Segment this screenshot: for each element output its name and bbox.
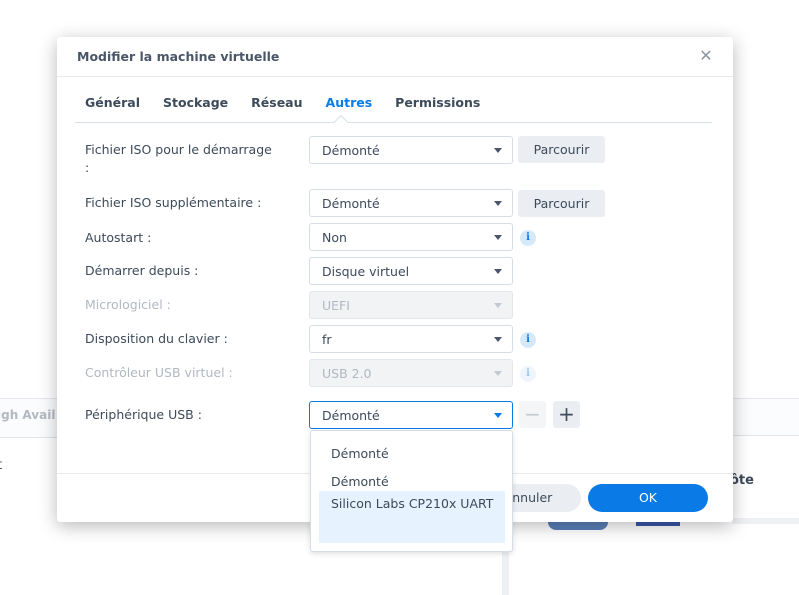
keyboard-layout-label: Disposition du clavier : — [85, 331, 228, 346]
select-value: Démonté — [322, 408, 380, 423]
usb-device-select[interactable]: Démonté — [309, 401, 513, 429]
firmware-label: Micrologiciel : — [85, 297, 171, 312]
info-icon: i — [520, 366, 536, 382]
close-icon[interactable]: ✕ — [697, 47, 715, 65]
tab-bar: Général Stockage Réseau Autres Permissio… — [85, 95, 503, 110]
dropdown-option[interactable]: Démonté — [319, 444, 505, 464]
boot-iso-select[interactable]: Démonté — [309, 136, 513, 164]
remove-usb-button[interactable]: − — [519, 401, 546, 428]
dropdown-option[interactable]: Démonté — [319, 472, 505, 492]
boot-iso-label: Fichier ISO pour le démarrage : — [85, 141, 272, 177]
chevron-down-icon — [494, 413, 502, 418]
tab-general[interactable]: Général — [85, 95, 140, 110]
boot-iso-browse-button[interactable]: Parcourir — [518, 136, 605, 163]
background-right-text: ôte — [730, 473, 754, 488]
select-value: Démonté — [322, 196, 380, 211]
info-icon[interactable]: i — [520, 230, 536, 246]
ok-button[interactable]: OK — [588, 484, 708, 512]
dropdown-option-hovered[interactable]: Silicon Labs CP210x UART — [319, 491, 505, 543]
tab-network[interactable]: Réseau — [251, 95, 302, 110]
tab-storage[interactable]: Stockage — [163, 95, 228, 110]
boot-from-select[interactable]: Disque virtuel — [309, 257, 513, 285]
tab-permissions[interactable]: Permissions — [395, 95, 480, 110]
extra-iso-select[interactable]: Démonté — [309, 189, 513, 217]
boot-iso-label-suffix: : — [85, 160, 90, 175]
chevron-down-icon — [494, 371, 502, 376]
chevron-down-icon — [494, 303, 502, 308]
select-value: UEFI — [322, 298, 350, 313]
chevron-down-icon — [494, 201, 502, 206]
boot-from-label: Démarrer depuis : — [85, 263, 199, 278]
usb-device-dropdown-menu: Démonté Démonté Silicon Labs CP210x UART — [310, 430, 513, 552]
autostart-label: Autostart : — [85, 230, 152, 245]
extra-iso-label: Fichier ISO supplémentaire : — [85, 195, 262, 210]
boot-iso-label-text: Fichier ISO pour le démarrage — [85, 142, 272, 157]
select-value: USB 2.0 — [322, 366, 372, 381]
extra-iso-browse-button[interactable]: Parcourir — [518, 190, 605, 217]
chevron-down-icon — [494, 337, 502, 342]
chevron-down-icon — [494, 148, 502, 153]
plus-icon: + — [558, 402, 575, 426]
divider — [57, 76, 733, 77]
usb-device-label: Périphérique USB : — [85, 407, 202, 422]
select-value: Disque virtuel — [322, 264, 410, 279]
select-value: Non — [322, 230, 347, 245]
usb-controller-select: USB 2.0 — [309, 359, 513, 387]
active-tab-indicator — [333, 114, 349, 130]
usb-controller-label: Contrôleur USB virtuel : — [85, 365, 233, 380]
chevron-down-icon — [494, 235, 502, 240]
select-value: Démonté — [322, 143, 380, 158]
background-strip — [732, 518, 799, 524]
firmware-select: UEFI — [309, 291, 513, 319]
select-value: fr — [322, 332, 332, 347]
tab-others[interactable]: Autres — [326, 95, 373, 110]
background-panel-title: igh Avail — [0, 408, 56, 422]
tab-underline — [75, 122, 712, 123]
autostart-select[interactable]: Non — [309, 223, 513, 251]
chevron-down-icon — [494, 269, 502, 274]
dialog-title: Modifier la machine virtuelle — [77, 49, 280, 64]
add-usb-button[interactable]: + — [553, 401, 580, 428]
background-text: t — [0, 458, 2, 473]
keyboard-layout-select[interactable]: fr — [309, 325, 513, 353]
background-right-panel — [732, 398, 799, 436]
info-icon[interactable]: i — [520, 332, 536, 348]
minus-icon: − — [524, 402, 541, 426]
